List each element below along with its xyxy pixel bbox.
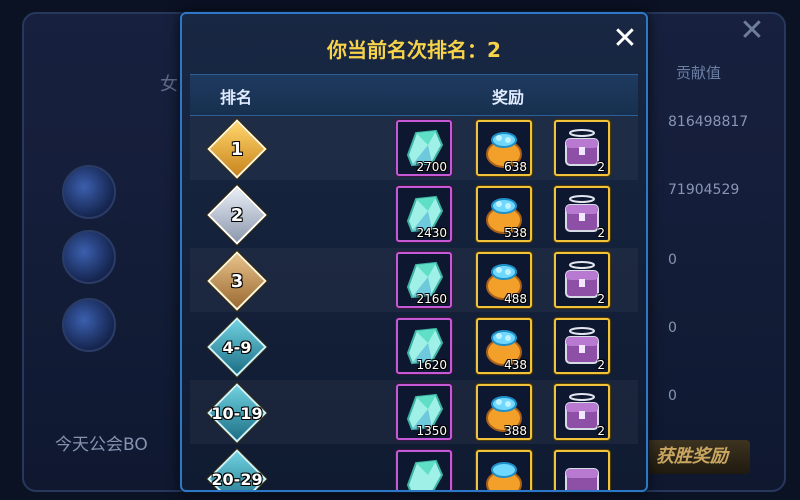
item-quantity: 2 (597, 160, 605, 174)
table-row: 2 2430 538 2 (190, 182, 638, 246)
crystal-shard-icon[interactable]: 1620 (396, 318, 452, 374)
background-tab-label: 女 (160, 74, 178, 95)
contribution-value: 0 (668, 388, 677, 404)
gem-bag-icon[interactable]: 538 (476, 186, 532, 242)
item-quantity: 1350 (416, 424, 447, 438)
contribution-value: 0 (668, 252, 677, 268)
skill-whirl-icon[interactable] (62, 298, 116, 352)
contribution-header: 贡献值 (676, 64, 722, 82)
crystal-shard-icon[interactable]: 1350 (396, 384, 452, 440)
background-close-icon[interactable]: ✕ (735, 14, 769, 48)
gem-bag-icon[interactable] (476, 450, 532, 490)
table-row: 3 2160 488 2 (190, 248, 638, 312)
modal-title: 你当前名次排名：2 (327, 38, 501, 62)
item-quantity: 538 (504, 226, 527, 240)
item-quantity: 2700 (416, 160, 447, 174)
gem-bag-icon[interactable]: 488 (476, 252, 532, 308)
crystal-shard-icon[interactable]: 2700 (396, 120, 452, 176)
skill-burst-icon[interactable] (62, 230, 116, 284)
rank-label: 3 (230, 270, 244, 292)
gem-bag-icon[interactable]: 388 (476, 384, 532, 440)
footer-notice: 今天公会BO (55, 435, 148, 455)
header-rank: 排名 (220, 88, 253, 107)
gem-bag-icon[interactable]: 638 (476, 120, 532, 176)
contribution-value: 816498817 (668, 114, 749, 130)
rank-badge: 2 (207, 185, 267, 245)
rank-label: 1 (230, 138, 244, 160)
treasure-chest-icon[interactable]: 2 (554, 120, 610, 176)
crystal-shard-icon[interactable]: 2430 (396, 186, 452, 242)
table-row: 4-9 1620 438 2 (190, 314, 638, 378)
skill-cloud-icon[interactable] (62, 165, 116, 219)
rank-badge: 10-19 (207, 383, 267, 443)
rank-label: 2 (230, 204, 244, 226)
item-quantity: 388 (504, 424, 527, 438)
close-icon[interactable]: ✕ (610, 24, 640, 54)
rank-label: 4-9 (222, 337, 252, 357)
rank-label: 10-19 (211, 403, 263, 423)
item-quantity: 2160 (416, 292, 447, 306)
rank-badge: 3 (207, 251, 267, 311)
table-header: 排名 奖励 (190, 74, 638, 116)
crystal-shard-icon[interactable]: 2160 (396, 252, 452, 308)
rank-badge: 1 (207, 119, 267, 179)
gem-bag-icon[interactable]: 438 (476, 318, 532, 374)
crystal-shard-icon[interactable] (396, 450, 452, 490)
rank-badge: 4-9 (207, 317, 267, 377)
contribution-value: 0 (668, 320, 677, 336)
treasure-chest-icon[interactable]: 2 (554, 186, 610, 242)
item-quantity: 2 (597, 292, 605, 306)
item-quantity: 2 (597, 424, 605, 438)
treasure-chest-icon[interactable]: 2 (554, 384, 610, 440)
item-quantity: 1620 (416, 358, 447, 372)
rank-label: 20-29 (211, 469, 263, 489)
item-quantity: 2 (597, 226, 605, 240)
header-reward: 奖励 (492, 88, 525, 107)
item-quantity: 488 (504, 292, 527, 306)
rank-reward-modal: 你当前名次排名：2 ✕ 排名 奖励 1 2700 638 2 2 2430 53… (180, 12, 648, 492)
rank-badge: 20-29 (207, 449, 267, 490)
table-row: 20-29 (190, 446, 638, 490)
table-row: 1 2700 638 2 (190, 116, 638, 180)
item-quantity: 2430 (416, 226, 447, 240)
item-quantity: 2 (597, 358, 605, 372)
table-row: 10-19 1350 388 2 (190, 380, 638, 444)
item-quantity: 638 (504, 160, 527, 174)
contribution-value: 71904529 (668, 182, 740, 198)
treasure-chest-icon[interactable] (554, 450, 610, 490)
treasure-chest-icon[interactable]: 2 (554, 318, 610, 374)
item-quantity: 438 (504, 358, 527, 372)
treasure-chest-icon[interactable]: 2 (554, 252, 610, 308)
